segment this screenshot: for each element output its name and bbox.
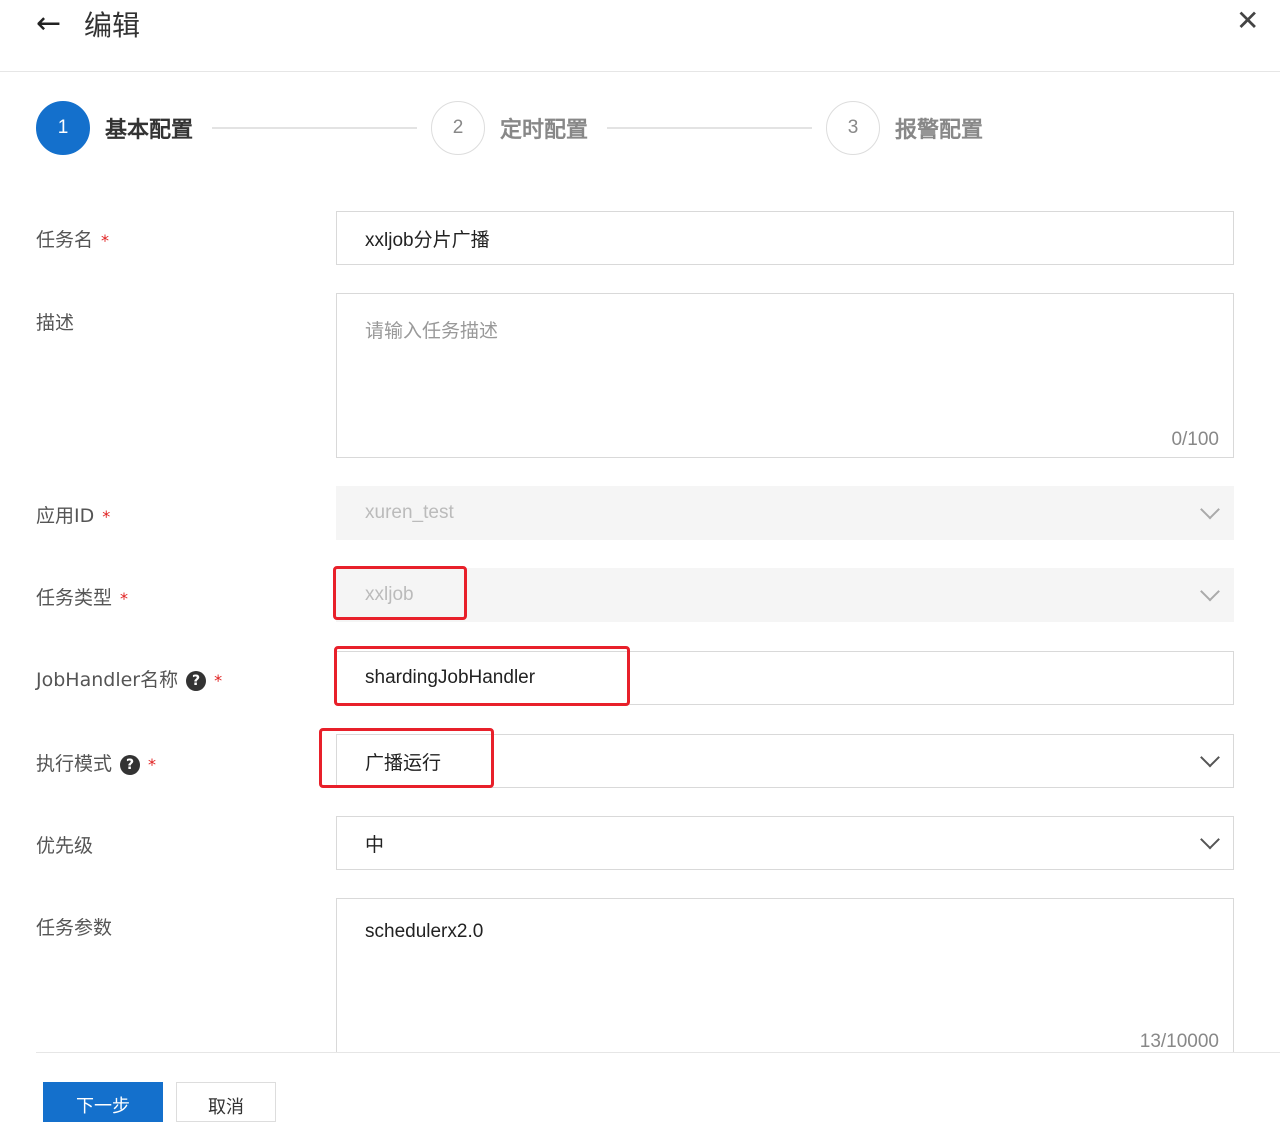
label-text: 任务类型 bbox=[36, 587, 113, 609]
help-icon[interactable]: ? bbox=[186, 670, 207, 691]
label-text: 任务名 bbox=[36, 229, 94, 251]
required-mark: * bbox=[102, 507, 111, 526]
close-icon[interactable]: ✕ bbox=[1236, 4, 1259, 37]
priority-select[interactable]: 中 bbox=[336, 816, 1234, 870]
highlight-box bbox=[319, 728, 494, 788]
required-mark: * bbox=[148, 755, 157, 774]
back-arrow-icon[interactable]: ← bbox=[36, 6, 61, 41]
cancel-button[interactable]: 取消 bbox=[176, 1082, 276, 1122]
priority-label: 优先级 bbox=[36, 835, 94, 857]
task-name-input[interactable]: xxljob分片广播 bbox=[336, 211, 1234, 265]
description-textarea[interactable]: 请输入任务描述 0/100 bbox=[336, 293, 1234, 458]
textarea-value: schedulerx2.0 bbox=[365, 921, 484, 942]
params-label: 任务参数 bbox=[36, 917, 113, 939]
input-value: xxljob分片广播 bbox=[365, 229, 490, 251]
step-1[interactable]: 1 基本配置 bbox=[36, 101, 193, 155]
label-text: 执行模式 bbox=[36, 753, 113, 775]
step-number: 2 bbox=[431, 101, 485, 155]
required-mark: * bbox=[214, 671, 223, 690]
help-icon[interactable]: ? bbox=[120, 754, 141, 775]
step-3[interactable]: 3 报警配置 bbox=[826, 101, 983, 155]
char-count: 0/100 bbox=[1171, 429, 1219, 450]
step-label: 基本配置 bbox=[105, 118, 194, 143]
highlight-box bbox=[333, 566, 467, 620]
placeholder: 请输入任务描述 bbox=[365, 321, 499, 342]
step-connector bbox=[212, 127, 417, 129]
chevron-down-icon bbox=[1200, 747, 1220, 768]
header: ← 编辑 ✕ bbox=[0, 0, 1280, 72]
next-button[interactable]: 下一步 bbox=[43, 1082, 163, 1122]
task-type-label: 任务类型 * bbox=[36, 583, 128, 610]
step-number: 1 bbox=[36, 101, 90, 155]
chevron-down-icon bbox=[1200, 581, 1220, 602]
char-count: 13/10000 bbox=[1139, 1031, 1219, 1052]
task-name-label: 任务名 * bbox=[36, 225, 109, 252]
step-label: 定时配置 bbox=[500, 118, 589, 143]
app-id-label: 应用ID * bbox=[36, 501, 110, 528]
task-type-select: xxljob bbox=[336, 568, 1234, 622]
job-handler-label: JobHandler名称? * bbox=[36, 665, 222, 692]
required-mark: * bbox=[101, 231, 110, 250]
description-label: 描述 bbox=[36, 312, 75, 334]
step-connector bbox=[607, 127, 812, 129]
label-text: JobHandler名称 bbox=[36, 669, 179, 691]
step-number: 3 bbox=[826, 101, 880, 155]
footer-divider bbox=[36, 1052, 1280, 1053]
page-title: 编辑 bbox=[84, 9, 141, 42]
select-value: xuren_test bbox=[365, 502, 454, 523]
app-id-select: xuren_test bbox=[336, 486, 1234, 540]
params-textarea[interactable]: schedulerx2.0 13/10000 bbox=[336, 898, 1234, 1068]
chevron-down-icon bbox=[1200, 499, 1220, 520]
step-label: 报警配置 bbox=[895, 118, 984, 143]
step-2[interactable]: 2 定时配置 bbox=[431, 101, 588, 155]
label-text: 应用ID bbox=[36, 505, 95, 527]
chevron-down-icon bbox=[1200, 829, 1220, 850]
select-value: 中 bbox=[365, 834, 385, 856]
exec-mode-label: 执行模式? * bbox=[36, 749, 156, 776]
required-mark: * bbox=[120, 589, 129, 608]
highlight-box bbox=[334, 646, 630, 706]
